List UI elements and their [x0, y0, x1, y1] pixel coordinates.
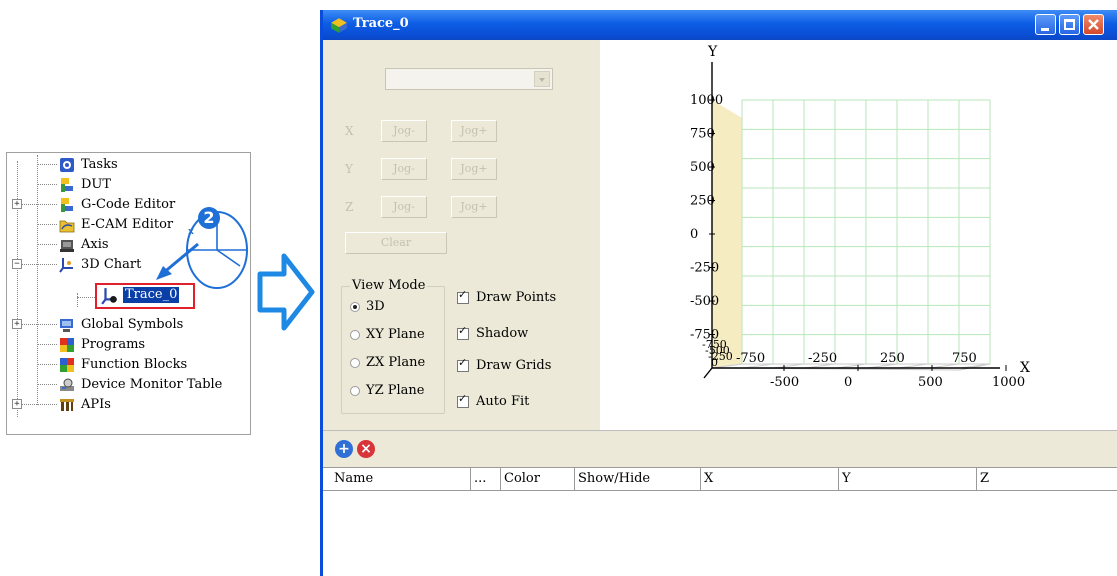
tree-label: Function Blocks — [81, 357, 188, 372]
maximize-icon — [1064, 19, 1075, 30]
grid-toolbar: + × — [323, 431, 1117, 467]
grid-header: Name ... Color Show/Hide X Y Z — [323, 467, 1117, 491]
expand-g-code-editor[interactable]: + — [12, 199, 22, 209]
checkbox-label: Draw Points — [476, 290, 557, 305]
tree-label: Tasks — [81, 157, 118, 172]
x-tick-label: 250 — [880, 351, 905, 366]
chevron-down-icon — [534, 71, 550, 87]
window-title: Trace_0 — [353, 16, 409, 31]
axis-select[interactable] — [385, 68, 553, 90]
minimize-icon — [1041, 28, 1049, 31]
y-tick-label: 1000 — [690, 93, 723, 108]
view-mode-group: View Mode 3D XY Plane ZX Plane YZ Plane — [341, 278, 445, 414]
radio-button — [350, 386, 360, 396]
view-mode-legend: View Mode — [350, 278, 428, 293]
checkbox-label: Draw Grids — [476, 358, 552, 373]
x-tick-label: 0 — [844, 375, 852, 390]
dut-icon — [61, 178, 73, 192]
checkbox — [457, 356, 469, 372]
clear-button[interactable]: Clear — [345, 232, 447, 254]
flow-arrow-icon — [257, 253, 315, 331]
radio-label: YZ Plane — [366, 383, 425, 398]
radio-label: XY Plane — [366, 327, 425, 342]
control-panel: X Jog- Jog+ Y Jog- Jog+ Z Jog- Jog+ Clea… — [323, 40, 600, 430]
column-header-show-hide[interactable]: Show/Hide — [575, 468, 701, 490]
x-tick-label: 1000 — [992, 375, 1025, 390]
column-header-z[interactable]: Z — [977, 468, 1117, 490]
title-bar[interactable]: Trace_0 — [323, 10, 1117, 40]
step-callout — [156, 211, 248, 289]
checkbox-label: Shadow — [476, 326, 529, 341]
programs-icon — [60, 338, 74, 352]
radio-button — [350, 302, 360, 312]
jog-plus-button[interactable]: Jog+ — [451, 158, 497, 180]
ecam-icon — [59, 220, 75, 233]
z-axis — [703, 367, 713, 379]
x-tick-label: 500 — [918, 375, 943, 390]
minimize-button[interactable] — [1035, 14, 1056, 35]
app-icon — [331, 18, 347, 33]
jog-minus-button[interactable]: Jog- — [381, 196, 427, 218]
jog-axis-label: Z — [345, 200, 354, 214]
globe-icon — [60, 319, 73, 332]
column-header-name[interactable]: Name — [331, 468, 471, 490]
step-badge: 2 — [198, 207, 220, 229]
expand-global-symbols[interactable]: + — [12, 319, 22, 329]
z-tick-label: 0 — [711, 356, 718, 369]
axis-icon — [60, 240, 74, 252]
y-axis-label: Y — [707, 44, 718, 60]
gear-icon — [60, 158, 74, 172]
column-header-more[interactable]: ... — [471, 468, 501, 490]
y-tick-label: 0 — [690, 227, 698, 242]
x-tick-label: -500 — [770, 375, 799, 390]
function-blocks-icon — [60, 358, 74, 372]
jog-axis-label: X — [345, 124, 354, 138]
tree-label: APIs — [81, 397, 111, 412]
tree-label: DUT — [81, 177, 112, 192]
3d-chart: YX10007505002500-250-500-750-750 -250 250 7… — [690, 44, 1030, 390]
collapse-3d-chart[interactable]: − — [12, 259, 22, 269]
x-tick-label: -750 — [736, 351, 765, 366]
gcode-icon — [61, 198, 73, 212]
tree-label: Programs — [81, 337, 146, 352]
chart3d-icon — [59, 258, 73, 273]
checkbox — [457, 288, 469, 304]
x-tick-label: 750 — [952, 351, 977, 366]
maximize-button[interactable] — [1059, 14, 1080, 35]
chart-area[interactable]: Y X 1000 750 500 250 0 -250 -500 -750 -750 -250 250 7… — [600, 40, 1117, 430]
radio-label: ZX Plane — [366, 355, 426, 370]
checkbox-label: Auto Fit — [476, 394, 530, 409]
column-header-color[interactable]: Color — [501, 468, 575, 490]
jog-plus-button[interactable]: Jog+ — [451, 196, 497, 218]
checkbox — [457, 392, 469, 408]
column-header-y[interactable]: Y — [839, 468, 977, 490]
radio-button — [350, 358, 360, 368]
close-button[interactable] — [1083, 14, 1104, 35]
tree-label: Global Symbols — [81, 317, 184, 332]
jog-axis-label: Y — [345, 162, 353, 176]
tree-label: Device Monitor Table — [81, 377, 223, 392]
checkbox — [457, 324, 469, 340]
remove-icon[interactable]: × — [357, 440, 375, 458]
x-tick-label: -250 — [808, 351, 837, 366]
x2-marker: x — [188, 227, 194, 237]
column-header-x[interactable]: X — [701, 468, 839, 490]
radio-label: 3D — [366, 299, 385, 314]
jog-minus-button[interactable]: Jog- — [381, 158, 427, 180]
close-icon — [1088, 19, 1099, 30]
monitor-icon — [60, 378, 74, 391]
expand-apis[interactable]: + — [12, 399, 22, 409]
x-axis-label: X — [1020, 360, 1030, 376]
apis-icon — [60, 399, 74, 411]
jog-plus-button[interactable]: Jog+ — [451, 120, 497, 142]
step-badge-number: 2 — [203, 208, 215, 227]
jog-minus-button[interactable]: Jog- — [381, 120, 427, 142]
add-icon[interactable]: + — [335, 440, 353, 458]
trace-grid-area: + × Name ... Color Show/Hide X Y Z — [323, 430, 1117, 576]
trace-window: Trace_0 X Jog- Jog+ Y Jog- Jog+ Z Jog- J… — [320, 10, 1117, 576]
radio-button — [350, 330, 360, 340]
